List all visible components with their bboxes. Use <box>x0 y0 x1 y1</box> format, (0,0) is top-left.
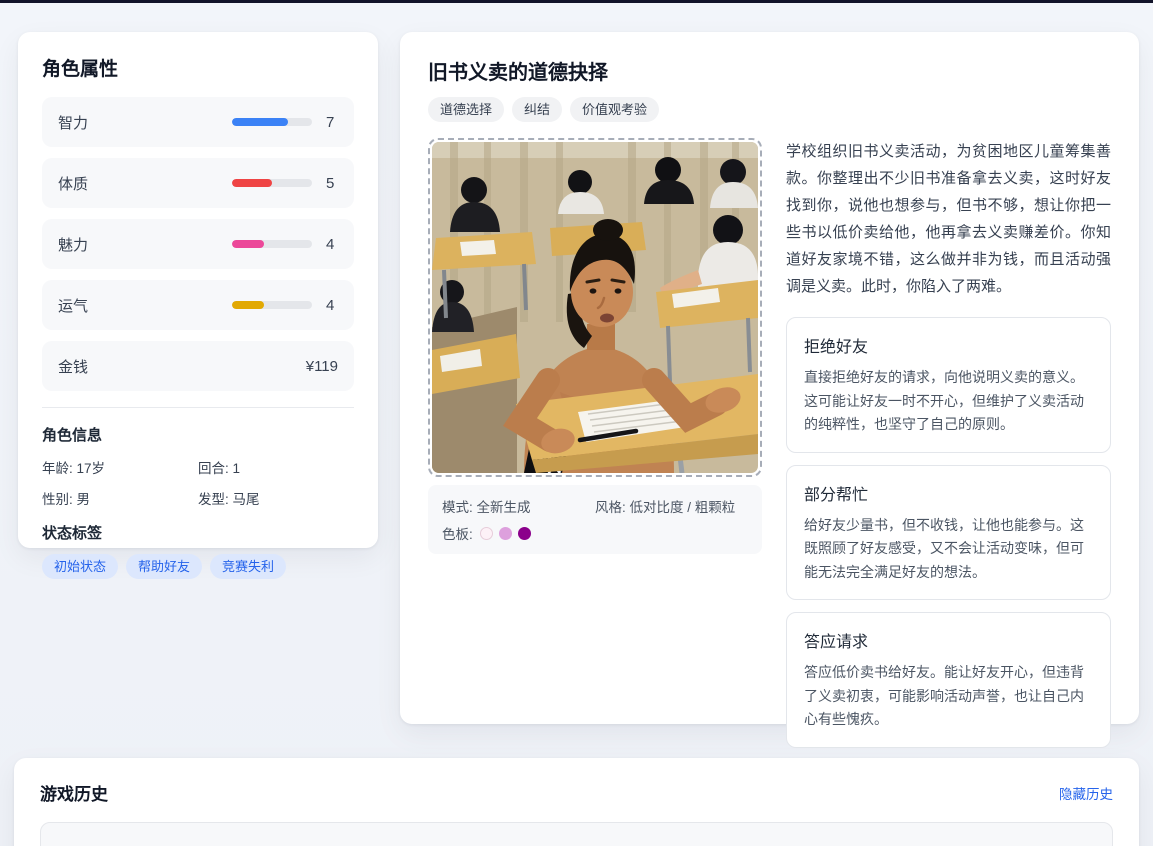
choice-description: 答应低价卖书给好友。能让好友开心，但违背了义卖初衷，可能影响活动声誉，也让自己内… <box>804 664 1084 728</box>
choice-description: 直接拒绝好友的请求，向他说明义卖的意义。这可能让好友一时不开心，但维护了义卖活动… <box>804 369 1084 433</box>
choice-title: 答应请求 <box>804 634 869 652</box>
stat-label: 智力 <box>58 114 89 132</box>
history-title: 游戏历史 <box>40 785 108 804</box>
money-value: ¥119 <box>305 357 338 375</box>
choice-card-agree[interactable]: 答应请求 答应低价卖书给好友。能让好友开心，但违背了义卖初衷，可能影响活动声誉，… <box>786 612 1111 748</box>
info-round: 回合: 1 <box>198 461 241 476</box>
status-tags-title: 状态标签 <box>42 525 103 542</box>
scene-tags-row: 道德选择 纠结 价值观考验 <box>428 97 1111 122</box>
palette-color-swatch <box>517 526 531 540</box>
stat-value: 5 <box>326 174 335 192</box>
status-badge: 帮助好友 <box>126 554 203 579</box>
story-text: 学校组织旧书义卖活动，为贫困地区儿童筹集善款。你整理出不少旧书准备拿去义卖，这时… <box>786 143 1111 295</box>
status-badge: 竞赛失利 <box>210 554 287 579</box>
stat-bar-track <box>232 240 312 248</box>
hide-history-link[interactable]: 隐藏历史 <box>1059 783 1113 803</box>
choice-description: 给好友少量书，但不收钱，让他也能参与。这既照顾了好友感受，又不会让活动变味，但可… <box>804 516 1084 580</box>
stat-label: 体质 <box>58 175 89 193</box>
attributes-panel-title: 角色属性 <box>42 59 119 80</box>
game-history-panel: 游戏历史 隐藏历史 <box>14 758 1139 846</box>
stat-value: 4 <box>326 296 335 314</box>
status-badge: 初始状态 <box>42 554 119 579</box>
info-age: 年龄: 17岁 <box>42 461 106 476</box>
stat-value: 7 <box>326 113 335 131</box>
stat-value: 4 <box>326 235 335 253</box>
character-attributes-panel: 角色属性 智力 7 体质 5 魅力 4 运气 4 金钱 ¥119 角色信息 年龄… <box>18 32 378 579</box>
stat-label: 魅力 <box>58 236 89 254</box>
stat-bar-track <box>232 301 312 309</box>
scene-image <box>428 138 762 477</box>
stat-row-luck: 运气 4 <box>42 280 354 330</box>
scene-title: 旧书义卖的道德抉择 <box>428 62 608 84</box>
money-label: 金钱 <box>58 358 89 376</box>
choice-card-refuse[interactable]: 拒绝好友 直接拒绝好友的请求，向他说明义卖的意义。这可能让好友一时不开心，但维护… <box>786 317 1111 453</box>
stat-bar-fill <box>232 240 264 248</box>
stat-bar-fill <box>232 301 264 309</box>
stat-bar-track <box>232 118 312 126</box>
character-info-title: 角色信息 <box>42 427 103 444</box>
scene-tag: 价值观考验 <box>570 97 660 122</box>
status-tags-row: 初始状态 帮助好友 竞赛失利 <box>42 554 354 579</box>
stat-bar-fill <box>232 179 272 187</box>
top-divider-line <box>0 0 1153 3</box>
scene-tag: 纠结 <box>512 97 563 122</box>
palette-color-swatch <box>498 526 512 540</box>
stat-row-charm: 魅力 4 <box>42 219 354 269</box>
stat-bar-track <box>232 179 312 187</box>
stat-row-money: 金钱 ¥119 <box>42 341 354 391</box>
image-meta-box: 模式: 全新生成 风格: 低对比度 / 粗颗粒 色板: <box>428 485 762 554</box>
stat-row-intelligence: 智力 7 <box>42 97 354 147</box>
section-divider <box>42 407 354 408</box>
scene-tag: 道德选择 <box>428 97 505 122</box>
palette-dots <box>479 526 531 540</box>
palette-label: 色板: <box>442 527 473 542</box>
scene-panel: 旧书义卖的道德抉择 道德选择 纠结 价值观考验 模式: 全新生成 风格: 低对比… <box>400 32 1139 748</box>
choice-card-partial-help[interactable]: 部分帮忙 给好友少量书，但不收钱，让他也能参与。这既照顾了好友感受，又不会让活动… <box>786 464 1111 601</box>
info-gender: 性别: 男 <box>42 492 91 507</box>
image-style: 风格: 低对比度 / 粗颗粒 <box>595 500 736 515</box>
choice-title: 部分帮忙 <box>804 486 869 504</box>
history-list-container <box>40 822 1113 846</box>
classroom-illustration <box>432 142 758 473</box>
image-mode: 模式: 全新生成 <box>442 500 531 515</box>
choice-title: 拒绝好友 <box>804 339 869 356</box>
stat-label: 运气 <box>58 297 89 315</box>
stat-bar-fill <box>232 118 288 126</box>
character-info-grid: 年龄: 17岁 回合: 1 性别: 男 发型: 马尾 <box>42 457 354 508</box>
stat-row-constitution: 体质 5 <box>42 158 354 208</box>
palette-color-swatch <box>479 526 493 540</box>
info-hairstyle: 发型: 马尾 <box>198 492 260 507</box>
